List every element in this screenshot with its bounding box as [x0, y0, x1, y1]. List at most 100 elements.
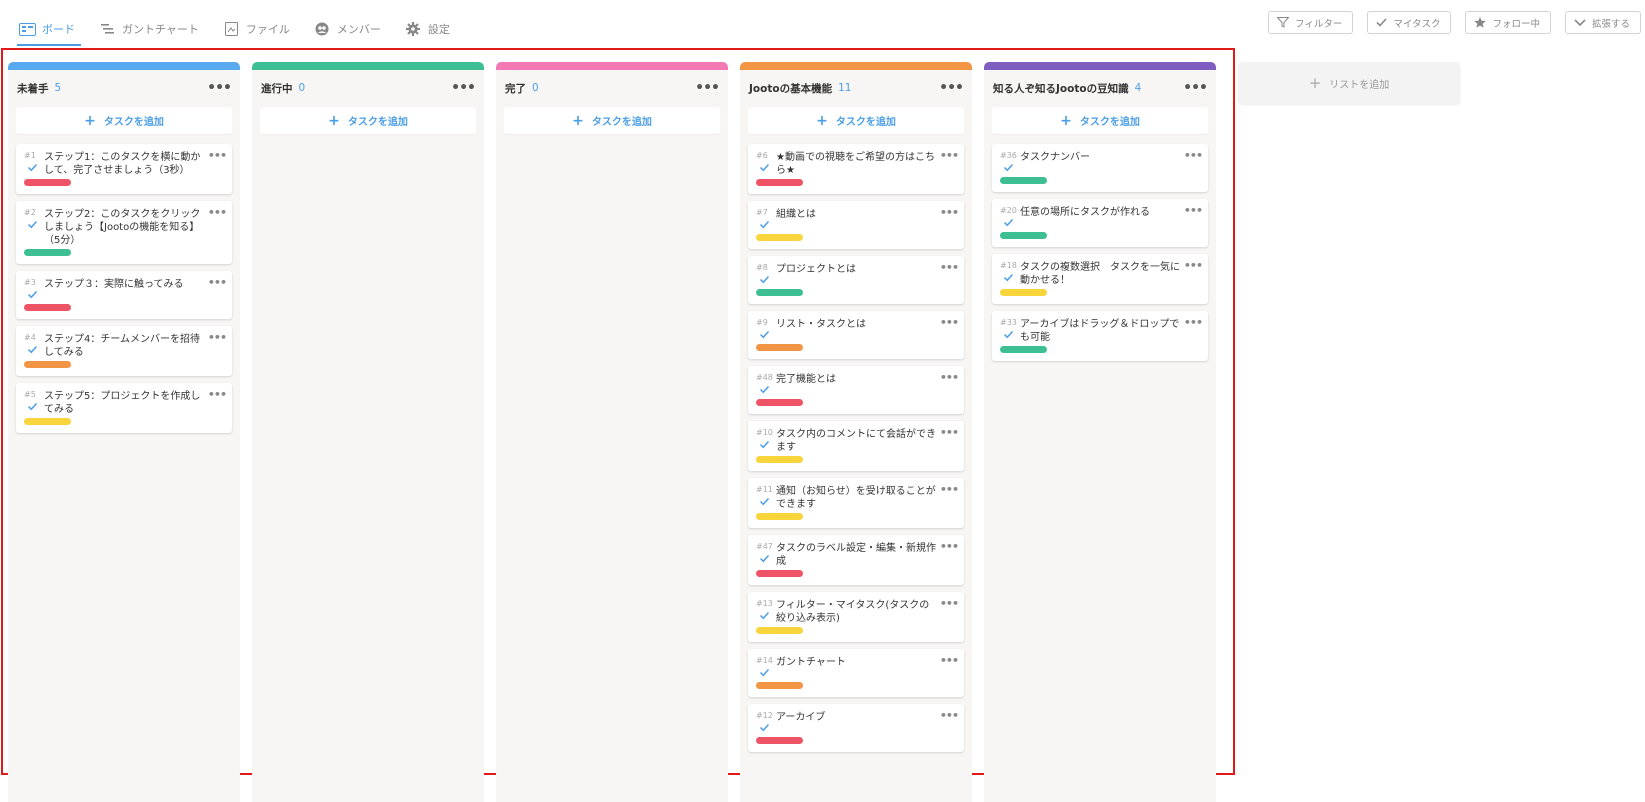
list-menu-icon[interactable]: ••• — [451, 80, 476, 96]
tab-gear[interactable]: 設定 — [403, 17, 456, 41]
complete-check-icon[interactable] — [759, 439, 770, 450]
tab-gantt[interactable]: ガントチャート — [97, 17, 205, 41]
list-menu-icon[interactable]: ••• — [1183, 80, 1208, 96]
task-card[interactable]: #48 完了機能とは ••• — [748, 366, 964, 414]
task-menu-icon[interactable]: ••• — [1184, 259, 1203, 272]
task-number: #36 — [1000, 151, 1017, 160]
task-card[interactable]: #14 ガントチャート ••• — [748, 649, 964, 697]
filter-button[interactable]: フィルター — [1268, 11, 1354, 34]
add-task-button[interactable]: + タスクを追加 — [748, 107, 964, 134]
tab-label: 設定 — [427, 23, 450, 36]
complete-check-icon[interactable] — [27, 344, 38, 355]
complete-check-icon[interactable] — [1003, 329, 1014, 340]
star-button[interactable]: フォロー中 — [1465, 11, 1551, 34]
list-title[interactable]: Jootoの基本機能 — [749, 81, 832, 96]
task-menu-icon[interactable]: ••• — [208, 206, 227, 219]
task-card[interactable]: #8 プロジェクトとは ••• — [748, 256, 964, 304]
list-header: 進行中 0 ••• — [252, 73, 484, 103]
task-card[interactable]: #36 タスクナンバー ••• — [992, 144, 1208, 192]
list-column: 進行中 0 ••• + タスクを追加 — [252, 62, 484, 802]
list-menu-icon[interactable]: ••• — [695, 80, 720, 96]
task-label-yellow — [756, 456, 803, 463]
task-card[interactable]: #18 タスクの複数選択 タスクを一気に動かせる！ ••• — [992, 254, 1208, 304]
complete-check-icon[interactable] — [27, 162, 38, 173]
complete-check-icon[interactable] — [1003, 162, 1014, 173]
task-menu-icon[interactable]: ••• — [208, 276, 227, 289]
complete-check-icon[interactable] — [759, 384, 770, 395]
add-list-button[interactable]: + リストを追加 — [1238, 62, 1460, 104]
check-button[interactable]: マイタスク — [1367, 11, 1452, 34]
add-task-button[interactable]: + タスクを追加 — [504, 107, 720, 134]
add-task-button[interactable]: + タスクを追加 — [992, 107, 1208, 134]
task-card[interactable]: #9 リスト・タスクとは ••• — [748, 311, 964, 359]
add-task-button[interactable]: + タスクを追加 — [260, 107, 476, 134]
task-card[interactable]: #3 ステップ３：実際に触ってみる ••• — [16, 271, 232, 319]
task-card[interactable]: #1 ステップ1：このタスクを横に動かして、完了させましょう（3秒） ••• — [16, 144, 232, 194]
list-menu-icon[interactable]: ••• — [939, 80, 964, 96]
task-menu-icon[interactable]: ••• — [940, 426, 959, 439]
complete-check-icon[interactable] — [1003, 217, 1014, 228]
task-number: #47 — [756, 542, 773, 551]
list-title[interactable]: 完了 — [505, 81, 526, 96]
task-number: #9 — [756, 318, 768, 327]
complete-check-icon[interactable] — [759, 667, 770, 678]
complete-check-icon[interactable] — [27, 289, 38, 300]
complete-check-icon[interactable] — [759, 162, 770, 173]
task-card[interactable]: #13 フィルター・マイタスク(タスクの絞り込み表示) ••• — [748, 592, 964, 642]
task-card[interactable]: #5 ステップ5：プロジェクトを作成してみる ••• — [16, 383, 232, 433]
task-menu-icon[interactable]: ••• — [940, 316, 959, 329]
task-number: #6 — [756, 151, 768, 160]
complete-check-icon[interactable] — [27, 401, 38, 412]
task-menu-icon[interactable]: ••• — [940, 709, 959, 722]
complete-check-icon[interactable] — [759, 219, 770, 230]
tab-board[interactable]: ボード — [17, 17, 81, 46]
list-title[interactable]: 進行中 — [261, 81, 293, 96]
complete-check-icon[interactable] — [759, 610, 770, 621]
list-color-bar — [8, 62, 240, 70]
list-menu-icon[interactable]: ••• — [207, 80, 232, 96]
task-card[interactable]: #7 組織とは ••• — [748, 201, 964, 249]
task-card[interactable]: #6 ★動画での視聴をご希望の方はこちら★ ••• — [748, 144, 964, 194]
complete-check-icon[interactable] — [759, 496, 770, 507]
task-menu-icon[interactable]: ••• — [208, 149, 227, 162]
task-menu-icon[interactable]: ••• — [1184, 316, 1203, 329]
task-card[interactable]: #11 通知（お知らせ）を受け取ることができます ••• — [748, 478, 964, 528]
task-card[interactable]: #12 アーカイブ ••• — [748, 704, 964, 752]
list-column: 完了 0 ••• + タスクを追加 — [496, 62, 728, 802]
task-menu-icon[interactable]: ••• — [208, 388, 227, 401]
task-menu-icon[interactable]: ••• — [1184, 204, 1203, 217]
tab-label: ガントチャート — [122, 23, 199, 36]
add-task-button[interactable]: + タスクを追加 — [16, 107, 232, 134]
list-title[interactable]: 知る人ぞ知るJootoの豆知識 — [993, 81, 1129, 96]
tab-members[interactable]: メンバー — [312, 17, 387, 41]
task-menu-icon[interactable]: ••• — [940, 483, 959, 496]
task-card[interactable]: #10 タスク内のコメントにて会話ができます ••• — [748, 421, 964, 471]
task-menu-icon[interactable]: ••• — [940, 597, 959, 610]
task-card[interactable]: #47 タスクのラベル設定・編集・新規作成 ••• — [748, 535, 964, 585]
complete-check-icon[interactable] — [759, 329, 770, 340]
task-list: #1 ステップ1：このタスクを横に動かして、完了させましょう（3秒） ••• #2 ステ… — [8, 144, 240, 433]
complete-check-icon[interactable] — [27, 219, 38, 230]
task-menu-icon[interactable]: ••• — [940, 654, 959, 667]
chevron-down-button[interactable]: 拡張する — [1564, 11, 1641, 34]
list-title[interactable]: 未着手 — [17, 81, 49, 96]
complete-check-icon[interactable] — [1003, 272, 1014, 283]
action-label: マイタスク — [1393, 18, 1441, 30]
task-menu-icon[interactable]: ••• — [208, 331, 227, 344]
task-menu-icon[interactable]: ••• — [940, 540, 959, 553]
complete-check-icon[interactable] — [759, 274, 770, 285]
add-task-label: タスクを追加 — [591, 117, 652, 128]
task-card[interactable]: #4 ステップ4：チームメンバーを招待してみる ••• — [16, 326, 232, 376]
task-menu-icon[interactable]: ••• — [1184, 149, 1203, 162]
tab-file[interactable]: ファイル — [221, 17, 296, 41]
task-card[interactable]: #33 アーカイブはドラッグ＆ドロップでも可能 ••• — [992, 311, 1208, 361]
list-color-bar — [984, 62, 1216, 70]
task-menu-icon[interactable]: ••• — [940, 206, 959, 219]
task-menu-icon[interactable]: ••• — [940, 371, 959, 384]
complete-check-icon[interactable] — [759, 722, 770, 733]
task-menu-icon[interactable]: ••• — [940, 261, 959, 274]
task-menu-icon[interactable]: ••• — [940, 149, 959, 162]
task-card[interactable]: #20 任意の場所にタスクが作れる ••• — [992, 199, 1208, 247]
task-card[interactable]: #2 ステップ2：このタスクをクリックしましょう【Jootoの機能を知る】（5分）… — [16, 201, 232, 264]
complete-check-icon[interactable] — [759, 553, 770, 564]
